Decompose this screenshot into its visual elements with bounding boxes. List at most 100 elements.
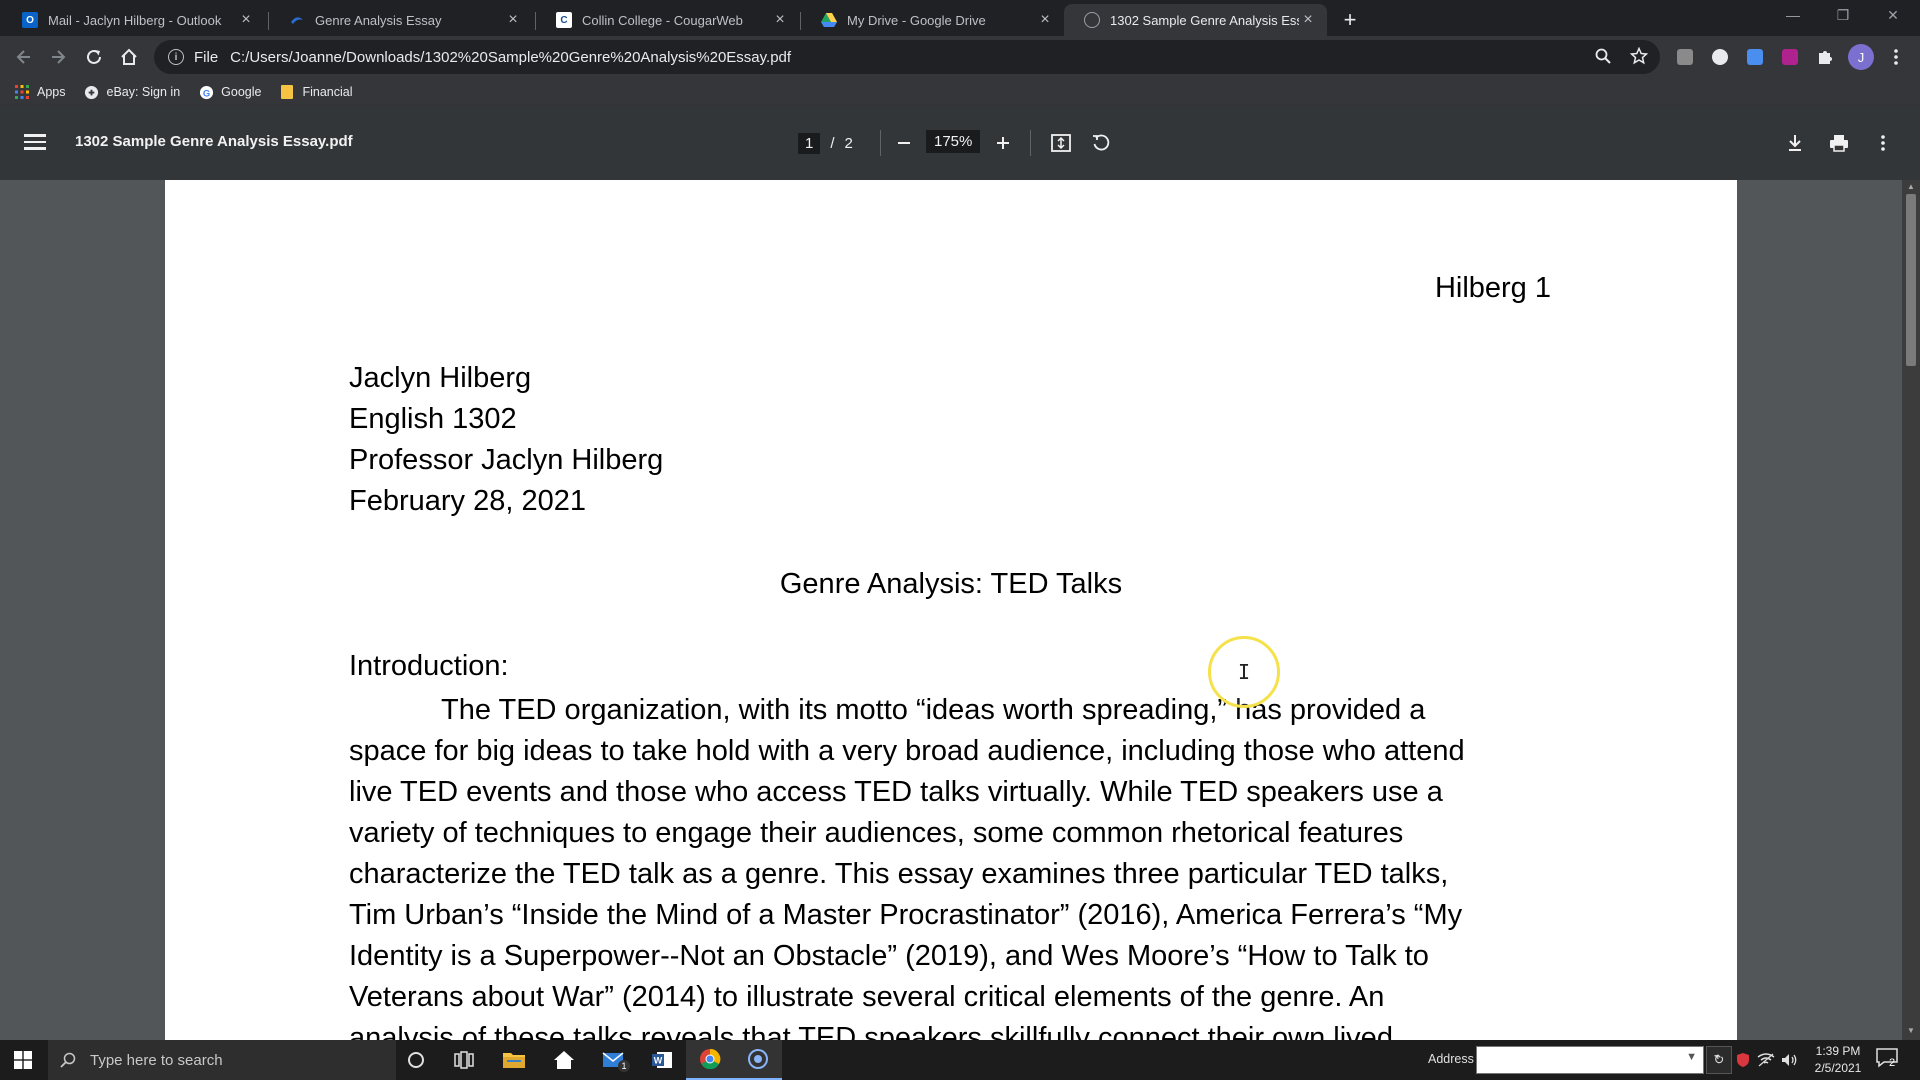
- tab-sample-essay-pdf[interactable]: 1302 Sample Genre Analysis Essay.p ×: [1064, 4, 1327, 36]
- current-page-input[interactable]: 1: [798, 132, 821, 154]
- extension-circle-icon[interactable]: [1709, 46, 1731, 68]
- scroll-down-arrow-icon[interactable]: ▼: [1906, 1026, 1916, 1035]
- bookmark-apps[interactable]: Apps: [14, 84, 66, 100]
- taskbar-home-app[interactable]: [540, 1040, 588, 1080]
- close-icon[interactable]: ×: [1036, 11, 1054, 29]
- extension-blue-icon[interactable]: [1744, 46, 1766, 68]
- search-icon: [60, 1052, 76, 1068]
- heading-course: English 1302: [349, 403, 517, 435]
- address-scheme: File: [194, 48, 219, 66]
- bookmarks-bar: Apps eBay: Sign in G Google Financial: [0, 78, 1920, 106]
- pdf-more-button[interactable]: [1870, 130, 1896, 156]
- close-icon[interactable]: ×: [237, 11, 255, 29]
- scroll-up-arrow-icon[interactable]: ▲: [1906, 182, 1916, 191]
- forward-button[interactable]: [44, 43, 72, 71]
- windows-taskbar: Type here to search 1 W Address ▼ ↻ ⌃ 1:…: [0, 1040, 1920, 1080]
- new-tab-button[interactable]: +: [1336, 6, 1364, 34]
- paragraph-line: The TED organization, with its motto “id…: [441, 694, 1426, 726]
- intro-paragraph: The TED organization, with its motto “id…: [349, 690, 1589, 1040]
- restore-button[interactable]: ❐: [1820, 0, 1866, 30]
- heading-author: Jaclyn Hilberg: [349, 362, 532, 394]
- pdf-viewport[interactable]: Hilberg 1 Jaclyn Hilberg English 1302 Pr…: [0, 180, 1902, 1040]
- taskbar-recorder[interactable]: [734, 1040, 782, 1080]
- star-icon[interactable]: [1628, 45, 1650, 67]
- paragraph-line: space for big ideas to take hold with a …: [349, 735, 1465, 767]
- task-view-button[interactable]: [440, 1040, 488, 1080]
- profile-avatar[interactable]: J: [1848, 44, 1874, 70]
- plus-icon: [997, 137, 1009, 149]
- zoom-magnifier-icon[interactable]: [1592, 45, 1614, 67]
- paragraph-line: characterize the TED talk as a genre. Th…: [349, 858, 1449, 890]
- bookmark-ebay[interactable]: eBay: Sign in: [84, 84, 180, 100]
- home-button[interactable]: [115, 43, 143, 71]
- address-bar[interactable]: i File C:/Users/Joanne/Downloads/1302%20…: [154, 40, 1660, 74]
- info-icon[interactable]: i: [168, 49, 184, 65]
- folder-icon: [503, 1053, 525, 1068]
- rotate-button[interactable]: [1088, 130, 1114, 156]
- tray-network-icon[interactable]: [1756, 1050, 1776, 1070]
- printer-icon: [1830, 135, 1848, 152]
- essay-title: Genre Analysis: TED Talks: [779, 568, 1123, 600]
- vertical-scrollbar[interactable]: ▲ ▼: [1902, 180, 1920, 1040]
- bookmark-label: Apps: [37, 85, 66, 99]
- address-toolbar-input[interactable]: ▼: [1476, 1046, 1704, 1074]
- tab-strip: O Mail - Jaclyn Hilberg - Outlook × Genr…: [0, 0, 1920, 36]
- fit-to-page-button[interactable]: [1048, 130, 1074, 156]
- record-icon: [748, 1049, 768, 1069]
- tray-expand-chevron-icon[interactable]: ⌃: [1708, 1050, 1728, 1070]
- page-indicator: 1 / 2: [798, 130, 853, 156]
- notification-count: 2: [1889, 1057, 1896, 1069]
- tab-genre-analysis-essay[interactable]: Genre Analysis Essay ×: [269, 4, 532, 36]
- scrollbar-thumb[interactable]: [1906, 194, 1916, 366]
- home-icon: [121, 48, 137, 65]
- tab-google-drive[interactable]: My Drive - Google Drive ×: [801, 4, 1064, 36]
- apps-grid-icon: [14, 84, 30, 100]
- bookmark-google[interactable]: G Google: [198, 84, 261, 100]
- tray-security-icon[interactable]: [1733, 1050, 1753, 1070]
- taskbar-clock[interactable]: 1:39 PM 2/5/2021: [1802, 1043, 1874, 1077]
- hamburger-menu-icon[interactable]: [24, 131, 46, 153]
- taskbar-file-explorer[interactable]: [490, 1040, 538, 1080]
- action-center-button[interactable]: 2: [1876, 1048, 1902, 1072]
- tab-collin-college[interactable]: C Collin College - CougarWeb ×: [536, 4, 799, 36]
- word-icon: W: [652, 1052, 672, 1068]
- minimize-button[interactable]: —: [1770, 0, 1816, 30]
- paragraph-line: live TED events and those who access TED…: [349, 776, 1443, 808]
- window-close-button[interactable]: ✕: [1870, 0, 1916, 30]
- pdf-page: Hilberg 1 Jaclyn Hilberg English 1302 Pr…: [165, 180, 1737, 1040]
- home-icon: [554, 1051, 574, 1069]
- close-icon[interactable]: ×: [771, 11, 789, 29]
- tray-volume-icon[interactable]: [1780, 1050, 1800, 1070]
- taskbar-mail[interactable]: 1: [590, 1040, 638, 1080]
- puzzle-icon[interactable]: [1814, 46, 1836, 68]
- address-url[interactable]: C:/Users/Joanne/Downloads/1302%20Sample%…: [230, 49, 791, 66]
- bookmark-financial[interactable]: Financial: [279, 84, 353, 100]
- cortana-button[interactable]: [392, 1040, 440, 1080]
- zoom-level-input[interactable]: 175%: [926, 130, 981, 153]
- reload-icon: [87, 49, 101, 64]
- mail-badge: 1: [618, 1060, 630, 1072]
- close-icon[interactable]: ×: [504, 11, 522, 29]
- reload-button[interactable]: [80, 43, 108, 71]
- taskbar-chrome[interactable]: [686, 1040, 734, 1080]
- extension-gray-icon[interactable]: [1674, 46, 1696, 68]
- chevron-down-icon[interactable]: ▼: [1686, 1051, 1697, 1063]
- close-icon[interactable]: ×: [1299, 11, 1317, 29]
- blue-swirl-icon: [289, 12, 305, 28]
- tab-outlook[interactable]: O Mail - Jaclyn Hilberg - Outlook ×: [2, 4, 265, 36]
- tab-title: Collin College - CougarWeb: [582, 12, 743, 28]
- zoom-out-button[interactable]: [891, 130, 917, 156]
- back-button[interactable]: [10, 43, 38, 71]
- start-button[interactable]: [0, 1040, 46, 1080]
- paragraph-line: Tim Urban’s “Inside the Mind of a Master…: [349, 899, 1463, 931]
- google-icon: G: [198, 84, 214, 100]
- zoom-in-button[interactable]: [990, 130, 1016, 156]
- extension-purple-icon[interactable]: [1779, 46, 1801, 68]
- browser-menu-button[interactable]: [1882, 43, 1910, 71]
- address-toolbar-label: Address: [1428, 1052, 1474, 1066]
- clock-time: 1:39 PM: [1815, 1044, 1861, 1058]
- print-button[interactable]: [1826, 130, 1852, 156]
- download-button[interactable]: [1782, 130, 1808, 156]
- taskbar-search[interactable]: Type here to search: [48, 1040, 396, 1080]
- taskbar-word[interactable]: W: [638, 1040, 686, 1080]
